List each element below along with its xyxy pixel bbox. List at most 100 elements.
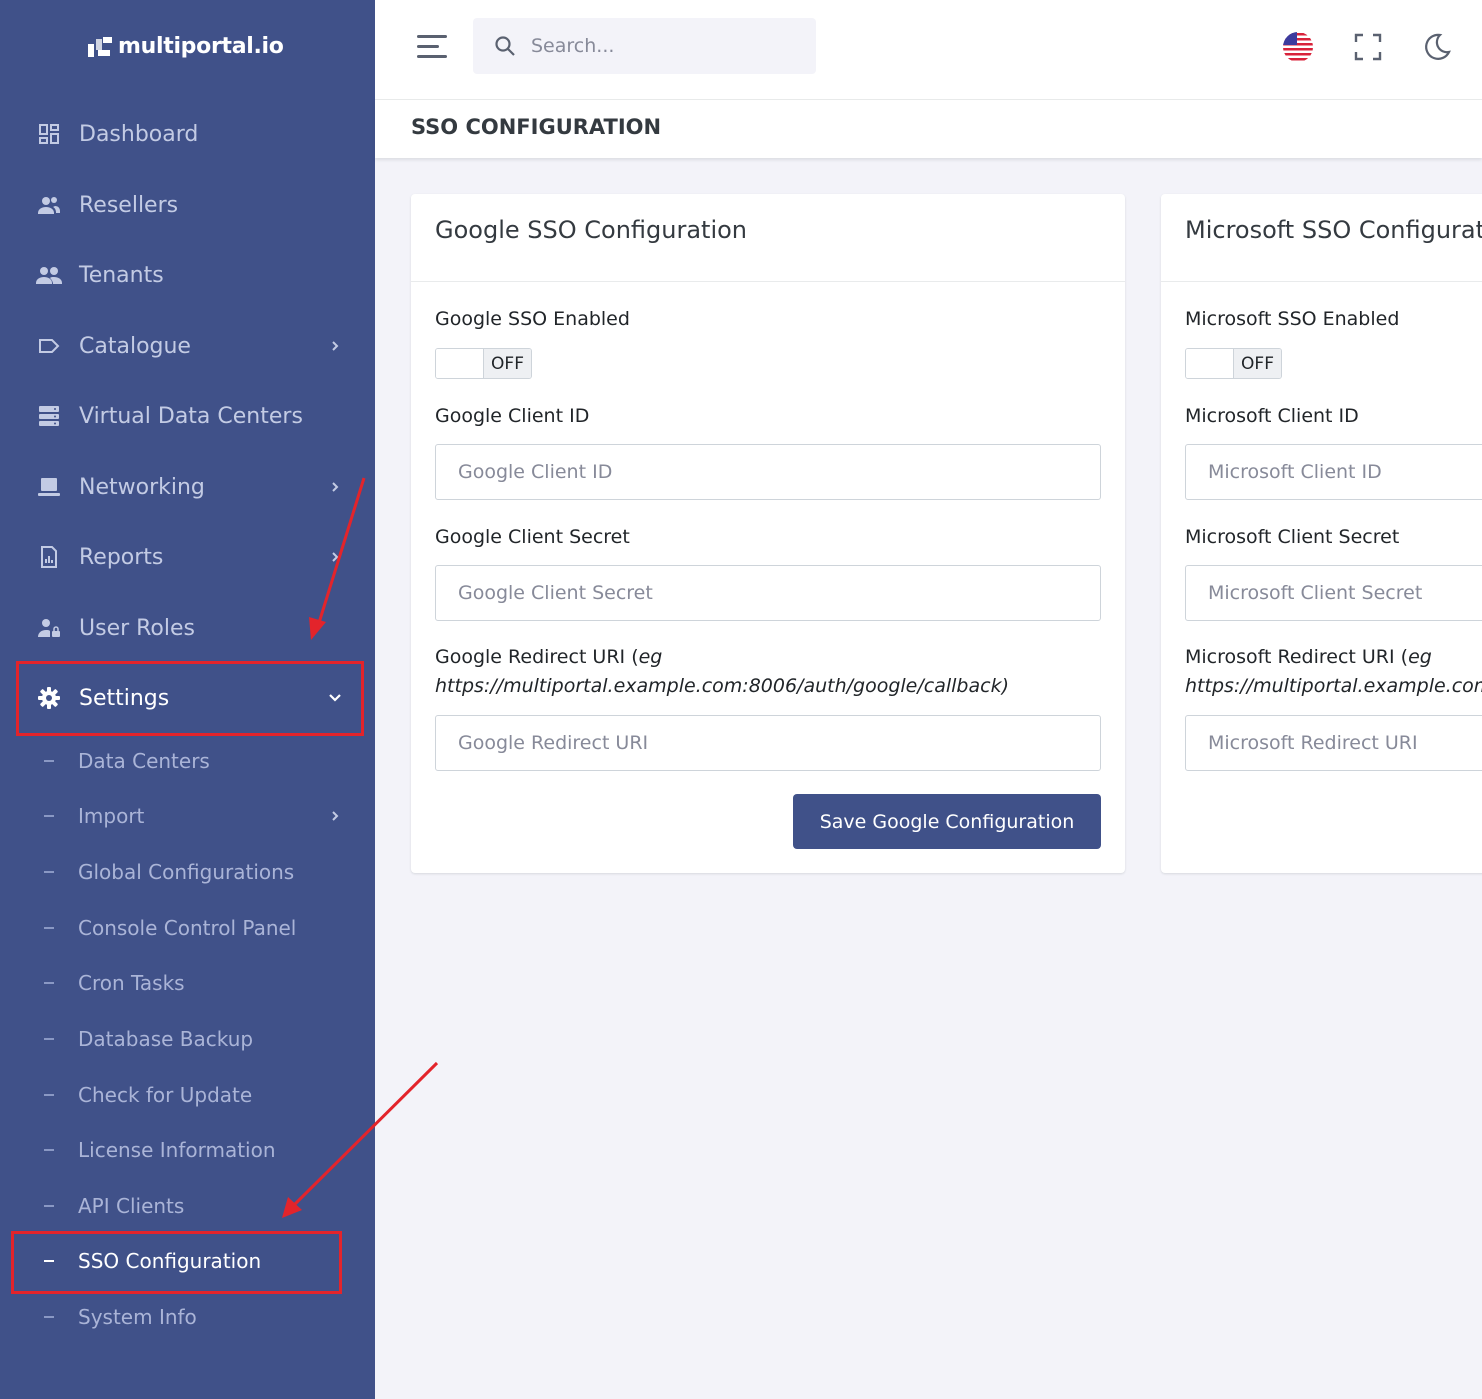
dash-bullet xyxy=(44,1149,54,1151)
microsoft-sso-toggle[interactable]: OFF xyxy=(1185,348,1282,379)
chevron-down-icon xyxy=(326,689,344,707)
sidebar-item-reports[interactable]: Reports xyxy=(0,532,375,582)
google-client-secret-input[interactable] xyxy=(436,566,1100,620)
microsoft-client-secret-input[interactable] xyxy=(1186,566,1482,620)
moon-icon[interactable] xyxy=(1420,30,1454,64)
tag-icon xyxy=(36,333,62,359)
sidebar-subitem-label: License Information xyxy=(78,1138,276,1162)
sidebar-subitem-license-information[interactable]: License Information xyxy=(0,1130,375,1170)
microsoft-redirect-uri-label: Microsoft Redirect URI (eg xyxy=(1185,646,1432,668)
server-icon xyxy=(36,403,62,429)
sidebar-item-networking[interactable]: Networking xyxy=(0,462,375,512)
sidebar-subitem-label: Database Backup xyxy=(78,1027,254,1051)
sidebar-subitem-label: Global Configurations xyxy=(78,860,295,884)
us-flag-icon[interactable] xyxy=(1281,30,1315,64)
google-client-secret-label: Google Client Secret xyxy=(435,526,630,548)
card-header: Microsoft SSO Configuration xyxy=(1161,194,1482,282)
google-sso-toggle[interactable]: OFF xyxy=(435,348,532,379)
toggle-knob xyxy=(1186,349,1234,378)
redirect-eg-text: eg xyxy=(638,646,663,668)
google-client-secret-field xyxy=(435,565,1101,621)
sidebar-subitem-label: API Clients xyxy=(78,1194,185,1218)
save-google-configuration-button[interactable]: Save Google Configuration xyxy=(793,794,1101,849)
sidebar-subitem-label: Cron Tasks xyxy=(78,971,185,995)
google-sso-card: Google SSO Configuration Google SSO Enab… xyxy=(411,194,1125,873)
sidebar-item-label: Tenants xyxy=(79,262,164,288)
dash-bullet xyxy=(44,927,54,929)
sidebar-subitem-data-centers[interactable]: Data Centers xyxy=(0,741,375,781)
sidebar-subitem-label: Import xyxy=(78,804,145,828)
chevron-right-icon xyxy=(326,807,344,825)
search-box xyxy=(473,18,816,74)
group-icon xyxy=(36,262,62,288)
dash-bullet xyxy=(44,1316,54,1318)
microsoft-client-id-field xyxy=(1185,444,1482,500)
google-client-id-label: Google Client ID xyxy=(435,405,590,427)
sidebar-subitem-api-clients[interactable]: API Clients xyxy=(0,1186,375,1226)
dash-bullet xyxy=(44,760,54,762)
monitor-icon xyxy=(36,474,62,500)
sidebar-subitem-check-for-update[interactable]: Check for Update xyxy=(0,1075,375,1115)
redirect-label-text: Google Redirect URI ( xyxy=(435,646,639,668)
google-redirect-uri-label: Google Redirect URI (eg xyxy=(435,646,662,668)
redirect-eg-text: eg xyxy=(1408,646,1432,668)
fullscreen-icon[interactable] xyxy=(1351,30,1385,64)
dash-bullet xyxy=(44,871,54,873)
dash-bullet xyxy=(44,815,54,817)
sidebar-item-settings[interactable]: Settings xyxy=(0,673,375,723)
report-icon xyxy=(36,544,62,570)
sidebar-subitem-console-control-panel[interactable]: Console Control Panel xyxy=(0,908,375,948)
sidebar-subitem-sso-configuration[interactable]: SSO Configuration xyxy=(0,1241,375,1281)
google-redirect-uri-field xyxy=(435,715,1101,771)
menu-icon[interactable] xyxy=(417,33,449,61)
chevron-right-icon xyxy=(326,337,344,355)
microsoft-client-id-input[interactable] xyxy=(1186,445,1482,499)
sidebar-item-catalogue[interactable]: Catalogue xyxy=(0,321,375,371)
brand-name: multiportal.io xyxy=(118,33,284,59)
chevron-right-icon xyxy=(326,478,344,496)
sidebar-item-label: Reports xyxy=(79,544,164,570)
dash-bullet xyxy=(44,1260,54,1262)
page-title: SSO CONFIGURATION xyxy=(411,115,662,139)
google-redirect-uri-input[interactable] xyxy=(436,716,1100,770)
brand-logo[interactable]: multiportal.io xyxy=(88,30,284,62)
toggle-state: OFF xyxy=(1234,349,1281,378)
sidebar-item-label: Networking xyxy=(79,474,205,500)
google-client-id-field xyxy=(435,444,1101,500)
google-redirect-uri-example: https://multiportal.example.com:8006/aut… xyxy=(435,675,1009,697)
microsoft-redirect-uri-input[interactable] xyxy=(1186,716,1482,770)
microsoft-redirect-uri-field xyxy=(1185,715,1482,771)
search-input[interactable] xyxy=(531,18,801,74)
sidebar-item-label: Resellers xyxy=(79,192,179,218)
google-sso-enabled-label: Google SSO Enabled xyxy=(435,308,630,330)
redirect-label-text: Microsoft Redirect URI ( xyxy=(1185,646,1409,668)
logo-icon xyxy=(88,34,112,58)
microsoft-client-secret-label: Microsoft Client Secret xyxy=(1185,526,1400,548)
sidebar: multiportal.io Dashboard Resellers Tenan… xyxy=(0,0,375,1399)
google-client-id-input[interactable] xyxy=(436,445,1100,499)
gear-icon xyxy=(36,685,62,711)
sidebar-subitem-cron-tasks[interactable]: Cron Tasks xyxy=(0,963,375,1003)
card-header: Google SSO Configuration xyxy=(411,194,1125,282)
dash-bullet xyxy=(44,982,54,984)
page-title-bar: SSO CONFIGURATION xyxy=(375,100,1482,158)
sidebar-item-label: Virtual Data Centers xyxy=(79,403,303,429)
sidebar-subitem-database-backup[interactable]: Database Backup xyxy=(0,1019,375,1059)
microsoft-client-secret-field xyxy=(1185,565,1482,621)
topbar xyxy=(375,0,1482,100)
sidebar-item-virtual-data-centers[interactable]: Virtual Data Centers xyxy=(0,391,375,441)
microsoft-redirect-uri-example: https://multiportal.example.com:8006/aut… xyxy=(1185,675,1482,697)
sidebar-item-tenants[interactable]: Tenants xyxy=(0,250,375,300)
dash-bullet xyxy=(44,1038,54,1040)
sidebar-subitem-global-configurations[interactable]: Global Configurations xyxy=(0,852,375,892)
sidebar-subitem-import[interactable]: Import xyxy=(0,796,375,836)
sidebar-item-resellers[interactable]: Resellers xyxy=(0,180,375,230)
search-icon xyxy=(493,34,517,62)
card-title: Microsoft SSO Configuration xyxy=(1185,216,1482,244)
microsoft-sso-card: Microsoft SSO Configuration Microsoft SS… xyxy=(1161,194,1482,873)
sidebar-item-dashboard[interactable]: Dashboard xyxy=(0,109,375,159)
sidebar-item-user-roles[interactable]: User Roles xyxy=(0,603,375,653)
chevron-right-icon xyxy=(326,548,344,566)
microsoft-client-id-label: Microsoft Client ID xyxy=(1185,405,1359,427)
sidebar-subitem-system-info[interactable]: System Info xyxy=(0,1297,375,1337)
